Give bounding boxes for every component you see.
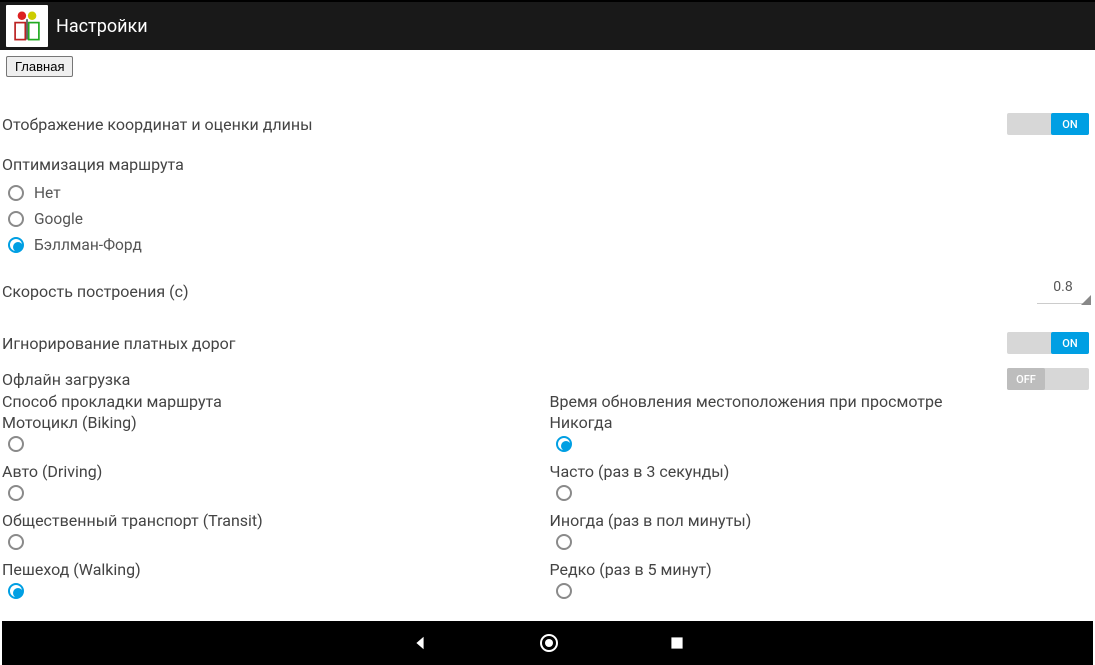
- toggle-on-label: ON: [1051, 332, 1089, 354]
- route-method-opt-walking: Пешеход (Walking): [2, 560, 546, 579]
- coords-display-label: Отображение координат и оценки длины: [2, 115, 313, 134]
- location-update-radio-sometimes[interactable]: [556, 534, 572, 550]
- nav-home-icon[interactable]: [539, 633, 559, 653]
- route-method-radio-walking[interactable]: [8, 583, 24, 599]
- ignore-toll-label: Игнорирование платных дорог: [2, 334, 236, 353]
- coords-display-toggle[interactable]: ON: [1007, 113, 1089, 135]
- offline-loading-toggle[interactable]: OFF: [1007, 368, 1089, 390]
- route-method-radio-driving[interactable]: [8, 485, 24, 501]
- route-method-opt-driving: Авто (Driving): [2, 462, 546, 481]
- route-opt-label-bellman: Бэллман-Форд: [34, 236, 142, 254]
- build-speed-value: 0.8: [1053, 279, 1072, 295]
- route-opt-radio-google[interactable]: [8, 211, 24, 227]
- route-opt-radio-bellman[interactable]: [8, 237, 24, 253]
- route-optimization-group: Нет Google Бэллман-Форд: [2, 180, 1093, 258]
- nav-back-icon[interactable]: [411, 634, 429, 652]
- route-opt-label-none: Нет: [34, 184, 61, 202]
- location-update-label: Время обновления местоположения при прос…: [550, 392, 1094, 411]
- location-update-opt-never: Никогда: [550, 413, 1094, 432]
- nav-recent-icon[interactable]: [669, 635, 685, 651]
- build-speed-label: Скорость построения (с): [2, 282, 189, 301]
- android-navbar: [2, 621, 1093, 665]
- route-opt-label-google: Google: [34, 210, 83, 228]
- route-method-radio-biking[interactable]: [8, 436, 24, 452]
- home-button[interactable]: Главная: [6, 56, 73, 77]
- route-method-label: Способ прокладки маршрута: [2, 392, 546, 411]
- offline-loading-label: Офлайн загрузка: [2, 370, 130, 389]
- title-bar: Настройки: [0, 2, 1095, 50]
- location-update-opt-sometimes: Иногда (раз в пол минуты): [550, 511, 1094, 530]
- route-opt-radio-none[interactable]: [8, 185, 24, 201]
- route-optimization-label: Оптимизация маршрута: [2, 155, 1093, 174]
- route-method-radio-transit[interactable]: [8, 534, 24, 550]
- ignore-toll-toggle[interactable]: ON: [1007, 332, 1089, 354]
- location-update-opt-often: Часто (раз в 3 секунды): [550, 462, 1094, 481]
- route-method-opt-biking: Мотоцикл (Biking): [2, 413, 546, 432]
- build-speed-spinner[interactable]: 0.8: [1037, 278, 1089, 304]
- location-update-radio-never[interactable]: [556, 436, 572, 452]
- route-method-opt-transit: Общественный транспорт (Transit): [2, 511, 546, 530]
- page-title: Настройки: [56, 16, 148, 37]
- location-update-radio-rarely[interactable]: [556, 583, 572, 599]
- toggle-off-label: OFF: [1007, 368, 1045, 390]
- app-icon: [6, 5, 48, 47]
- toggle-on-label: ON: [1051, 113, 1089, 135]
- location-update-opt-rarely: Редко (раз в 5 минут): [550, 560, 1094, 579]
- location-update-radio-often[interactable]: [556, 485, 572, 501]
